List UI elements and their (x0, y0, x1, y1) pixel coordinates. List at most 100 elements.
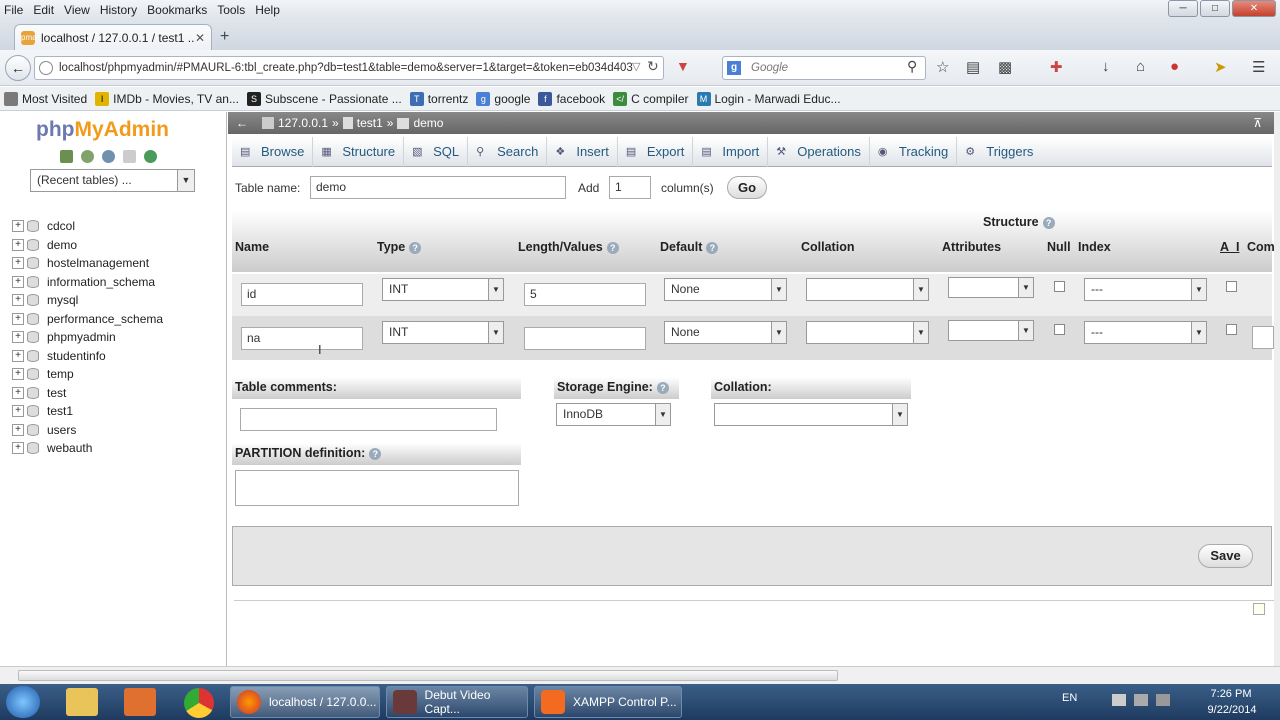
expand-icon[interactable]: + (12, 275, 24, 288)
database-item[interactable]: + test (12, 384, 163, 403)
database-item[interactable]: + webauth (12, 439, 163, 458)
database-name[interactable]: test (47, 386, 66, 400)
ai-checkbox[interactable] (1226, 324, 1237, 335)
menu-hamburger-icon[interactable]: ☰ (1252, 58, 1265, 76)
column-name-input[interactable]: na (241, 327, 363, 350)
database-item[interactable]: + phpmyadmin (12, 328, 163, 347)
null-checkbox[interactable] (1054, 281, 1065, 292)
bookmarks-list-icon[interactable]: ▤ (966, 58, 980, 76)
tab-export[interactable]: ▤ Export (618, 136, 694, 167)
expand-icon[interactable]: + (12, 294, 24, 307)
start-button[interactable] (6, 686, 40, 718)
database-name[interactable]: demo (47, 238, 77, 252)
menu-bookmarks[interactable]: Bookmarks (147, 3, 207, 17)
database-name[interactable]: mysql (47, 293, 78, 307)
minimize-button[interactable]: ─ (1168, 0, 1198, 17)
back-button[interactable]: ← (5, 55, 31, 81)
clock-time[interactable]: 7:26 PM (1206, 688, 1256, 700)
database-item[interactable]: + cdcol (12, 217, 163, 236)
add-columns-input[interactable]: 1 (609, 176, 651, 199)
menu-file[interactable]: File (4, 3, 23, 17)
go-button[interactable]: Go (727, 176, 767, 199)
database-name[interactable]: test1 (47, 404, 73, 418)
addon-icon[interactable]: ✚ (1050, 58, 1063, 76)
column-attributes-select[interactable]: ▼ (948, 277, 1034, 298)
bookmark-star-icon[interactable]: ☆ (936, 58, 949, 76)
search-input[interactable]: g Google (722, 56, 926, 80)
menu-help[interactable]: Help (255, 3, 280, 17)
tab-search[interactable]: ⚲ Search (468, 136, 548, 167)
help-icon[interactable]: ? (656, 381, 669, 394)
adblock-icon[interactable]: ● (1170, 58, 1179, 75)
database-item[interactable]: + mysql (12, 291, 163, 310)
volume-icon[interactable] (1156, 694, 1170, 706)
reload-icon[interactable]: ↻ (647, 58, 659, 75)
database-item[interactable]: + hostelmanagement (12, 254, 163, 273)
phpmyadmin-logo[interactable]: phpMyAdmin (36, 118, 169, 142)
expand-icon[interactable]: + (12, 423, 24, 436)
recent-tables-select[interactable]: (Recent tables) ... ▼ (30, 169, 195, 192)
column-length-input[interactable]: 5 (524, 283, 646, 306)
column-collation-select[interactable]: ▼ (806, 321, 929, 344)
maximize-icon[interactable]: ⊼ (1253, 116, 1262, 130)
null-checkbox[interactable] (1054, 324, 1065, 335)
column-index-select[interactable]: --- ▼ (1084, 278, 1207, 301)
bookmark-google[interactable]: g google (476, 91, 530, 106)
menu-edit[interactable]: Edit (33, 3, 54, 17)
expand-icon[interactable]: + (12, 442, 24, 455)
column-comments-input[interactable] (1252, 326, 1274, 349)
menu-view[interactable]: View (64, 3, 90, 17)
column-name-input[interactable]: id (241, 283, 363, 306)
taskbar-debut[interactable]: Debut Video Capt... (386, 686, 528, 718)
tab-import[interactable]: ▤ Import (693, 136, 769, 167)
menu-tools[interactable]: Tools (217, 3, 245, 17)
bookmark-imdb[interactable]: I IMDb - Movies, TV an... (95, 91, 239, 106)
bookmark-torrentz[interactable]: Ttorrentz (409, 91, 468, 106)
bookmark-most-visited[interactable]: Most Visited (4, 91, 87, 106)
collapse-arrow-icon[interactable]: ← (236, 116, 248, 130)
console-icon[interactable] (1253, 603, 1265, 615)
tab-triggers[interactable]: ⚙ Triggers (957, 137, 1041, 167)
help-icon[interactable]: ? (1042, 216, 1055, 229)
database-item[interactable]: + test1 (12, 402, 163, 421)
chrome-icon[interactable] (184, 688, 214, 718)
tab-operations[interactable]: ⚒ Operations (768, 136, 870, 167)
expand-icon[interactable]: + (12, 220, 24, 233)
new-tab-icon[interactable]: + (220, 28, 229, 46)
bookmark-subscene[interactable]: S Subscene - Passionate ... (246, 91, 402, 106)
expand-icon[interactable]: + (12, 368, 24, 381)
url-bar[interactable]: localhost/phpmyadmin/#PMAURL-6:tbl_creat… (34, 56, 664, 80)
expand-icon[interactable]: + (12, 349, 24, 362)
database-name[interactable]: performance_schema (47, 312, 163, 326)
url-dropdown-icon[interactable]: ▽ (632, 60, 640, 73)
column-type-select[interactable]: INT ▼ (382, 321, 504, 344)
explorer-icon[interactable] (66, 688, 98, 716)
horizontal-scrollbar[interactable] (0, 666, 1280, 684)
browser-tab[interactable]: pma localhost / 127.0.0.1 / test1 ... ✕ (14, 24, 212, 50)
media-player-icon[interactable] (124, 688, 156, 716)
breadcrumb-database[interactable]: test1 (357, 116, 383, 130)
help-icon[interactable]: ? (409, 241, 422, 254)
docs-icon[interactable] (123, 150, 136, 163)
column-default-select[interactable]: None ▼ (664, 321, 787, 344)
close-tab-icon[interactable]: ✕ (195, 31, 205, 45)
menu-history[interactable]: History (100, 3, 137, 17)
expand-icon[interactable]: + (12, 238, 24, 251)
vertical-scrollbar[interactable] (1274, 112, 1280, 666)
logout-icon[interactable] (81, 150, 94, 163)
table-name-input[interactable]: demo (310, 176, 566, 199)
home-icon[interactable] (60, 150, 73, 163)
database-item[interactable]: + demo (12, 236, 163, 255)
taskbar-xampp[interactable]: XAMPP Control P... (534, 686, 682, 718)
download-helper-icon[interactable]: ▼ (676, 58, 690, 74)
database-item[interactable]: + temp (12, 365, 163, 384)
save-page-icon[interactable]: ▩ (998, 58, 1012, 76)
partition-textarea[interactable] (235, 470, 519, 506)
bookmark-marwadi[interactable]: M Login - Marwadi Educ... (696, 91, 841, 106)
breadcrumb-table[interactable]: demo (413, 116, 443, 130)
expand-icon[interactable]: + (12, 257, 24, 270)
language-indicator[interactable]: EN (1062, 692, 1077, 704)
column-type-select[interactable]: INT ▼ (382, 278, 504, 301)
search-icon[interactable]: ⚲ (907, 58, 917, 75)
clock-date[interactable]: 9/22/2014 (1204, 704, 1260, 716)
